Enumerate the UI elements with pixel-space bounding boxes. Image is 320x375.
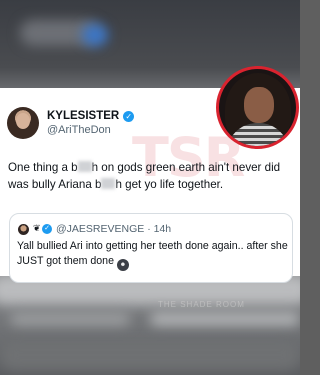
blurred-footer: [0, 340, 300, 370]
quoted-time: · 14h: [147, 223, 172, 235]
quoted-handle: @JAESREVENGE: [56, 223, 145, 235]
blurred-text-right: [150, 312, 300, 326]
avatar-face: [244, 87, 274, 123]
quoted-text: Yall bullied Ari into getting her teeth …: [17, 240, 288, 267]
censor-blur: [101, 177, 116, 189]
verified-badge-icon: ✓: [42, 224, 52, 234]
verified-badge-icon: ✓: [123, 110, 135, 122]
tweet-text-part-1: One thing a b: [8, 161, 78, 174]
censor-blur: [77, 161, 92, 172]
quoted-author-handle-and-time[interactable]: @JAESREVENGE · 14h: [56, 223, 171, 235]
tweet-text: One thing a bh on gods green earth ain't…: [8, 160, 298, 193]
featured-avatar: [216, 66, 299, 149]
blurred-text-left: [10, 312, 130, 326]
blurred-blue-dot: [82, 24, 108, 46]
author-handle[interactable]: @AriTheDon: [47, 124, 111, 136]
quoted-tweet-text: Yall bullied Ari into getting her teeth …: [17, 239, 289, 271]
author-avatar[interactable]: [7, 107, 39, 139]
heart-icon: ❦: [33, 223, 41, 233]
author-name-row: KYLESISTER ✓: [47, 110, 135, 122]
tweet-text-part-3: h get yo life together.: [115, 177, 224, 191]
quoted-author-avatar[interactable]: [18, 224, 29, 235]
watermark-subtitle: THE SHADE ROOM: [158, 300, 245, 309]
author-avatar-face: [16, 113, 30, 129]
emoji-icon: ☻: [116, 258, 129, 271]
author-display-name[interactable]: KYLESISTER: [47, 110, 119, 122]
